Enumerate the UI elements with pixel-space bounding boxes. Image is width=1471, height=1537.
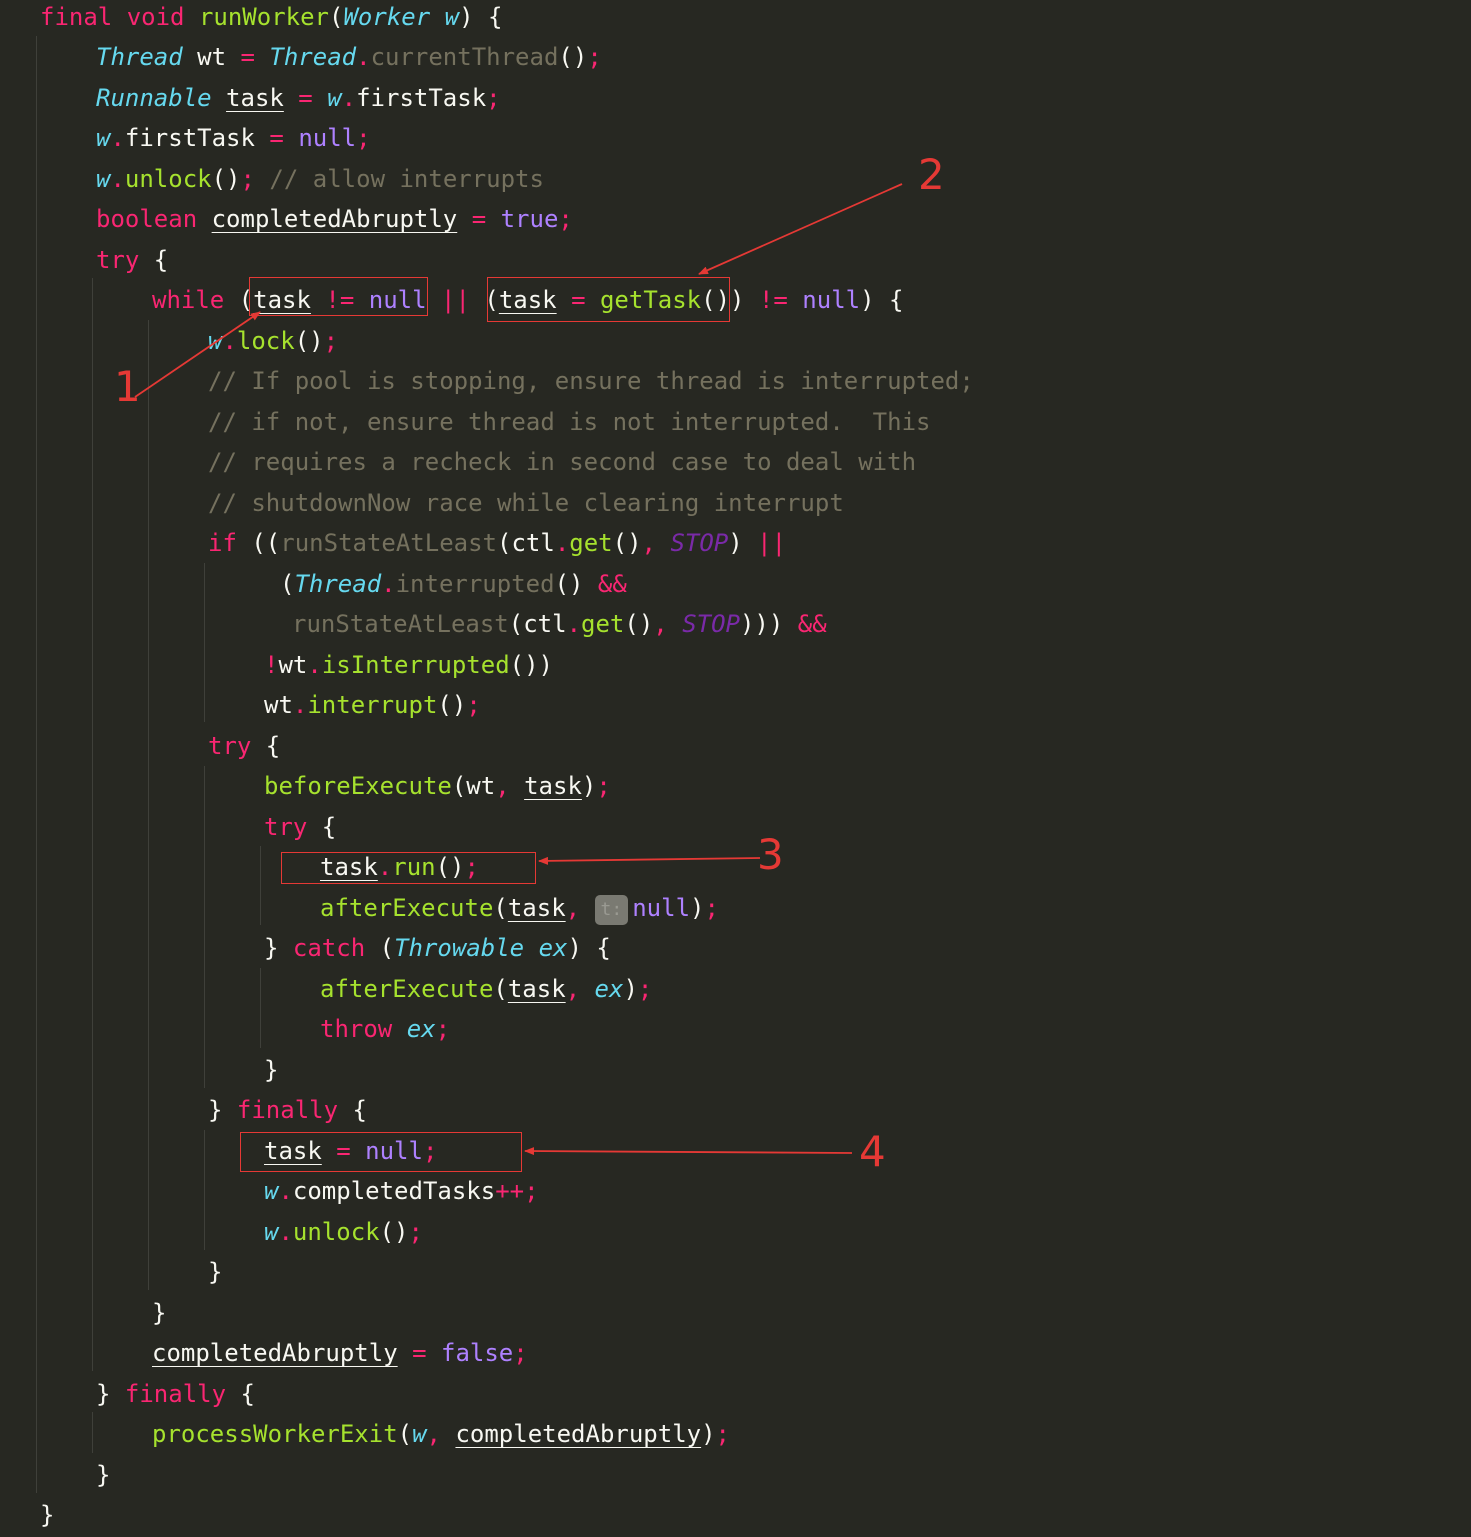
arrow-1 (134, 311, 261, 398)
annotation-label-2: 2 (918, 150, 945, 199)
arrow-3 (538, 856, 761, 865)
code-editor[interactable]: final void runWorker(Worker w) {Thread w… (0, 0, 1471, 1537)
annotation-arrows (134, 183, 903, 1156)
annotation-label-4: 4 (859, 1127, 886, 1176)
arrow-4 (524, 1147, 853, 1156)
arrow-2 (698, 183, 903, 275)
annotation-label-3: 3 (757, 830, 784, 879)
annotation-label-1: 1 (114, 362, 141, 411)
